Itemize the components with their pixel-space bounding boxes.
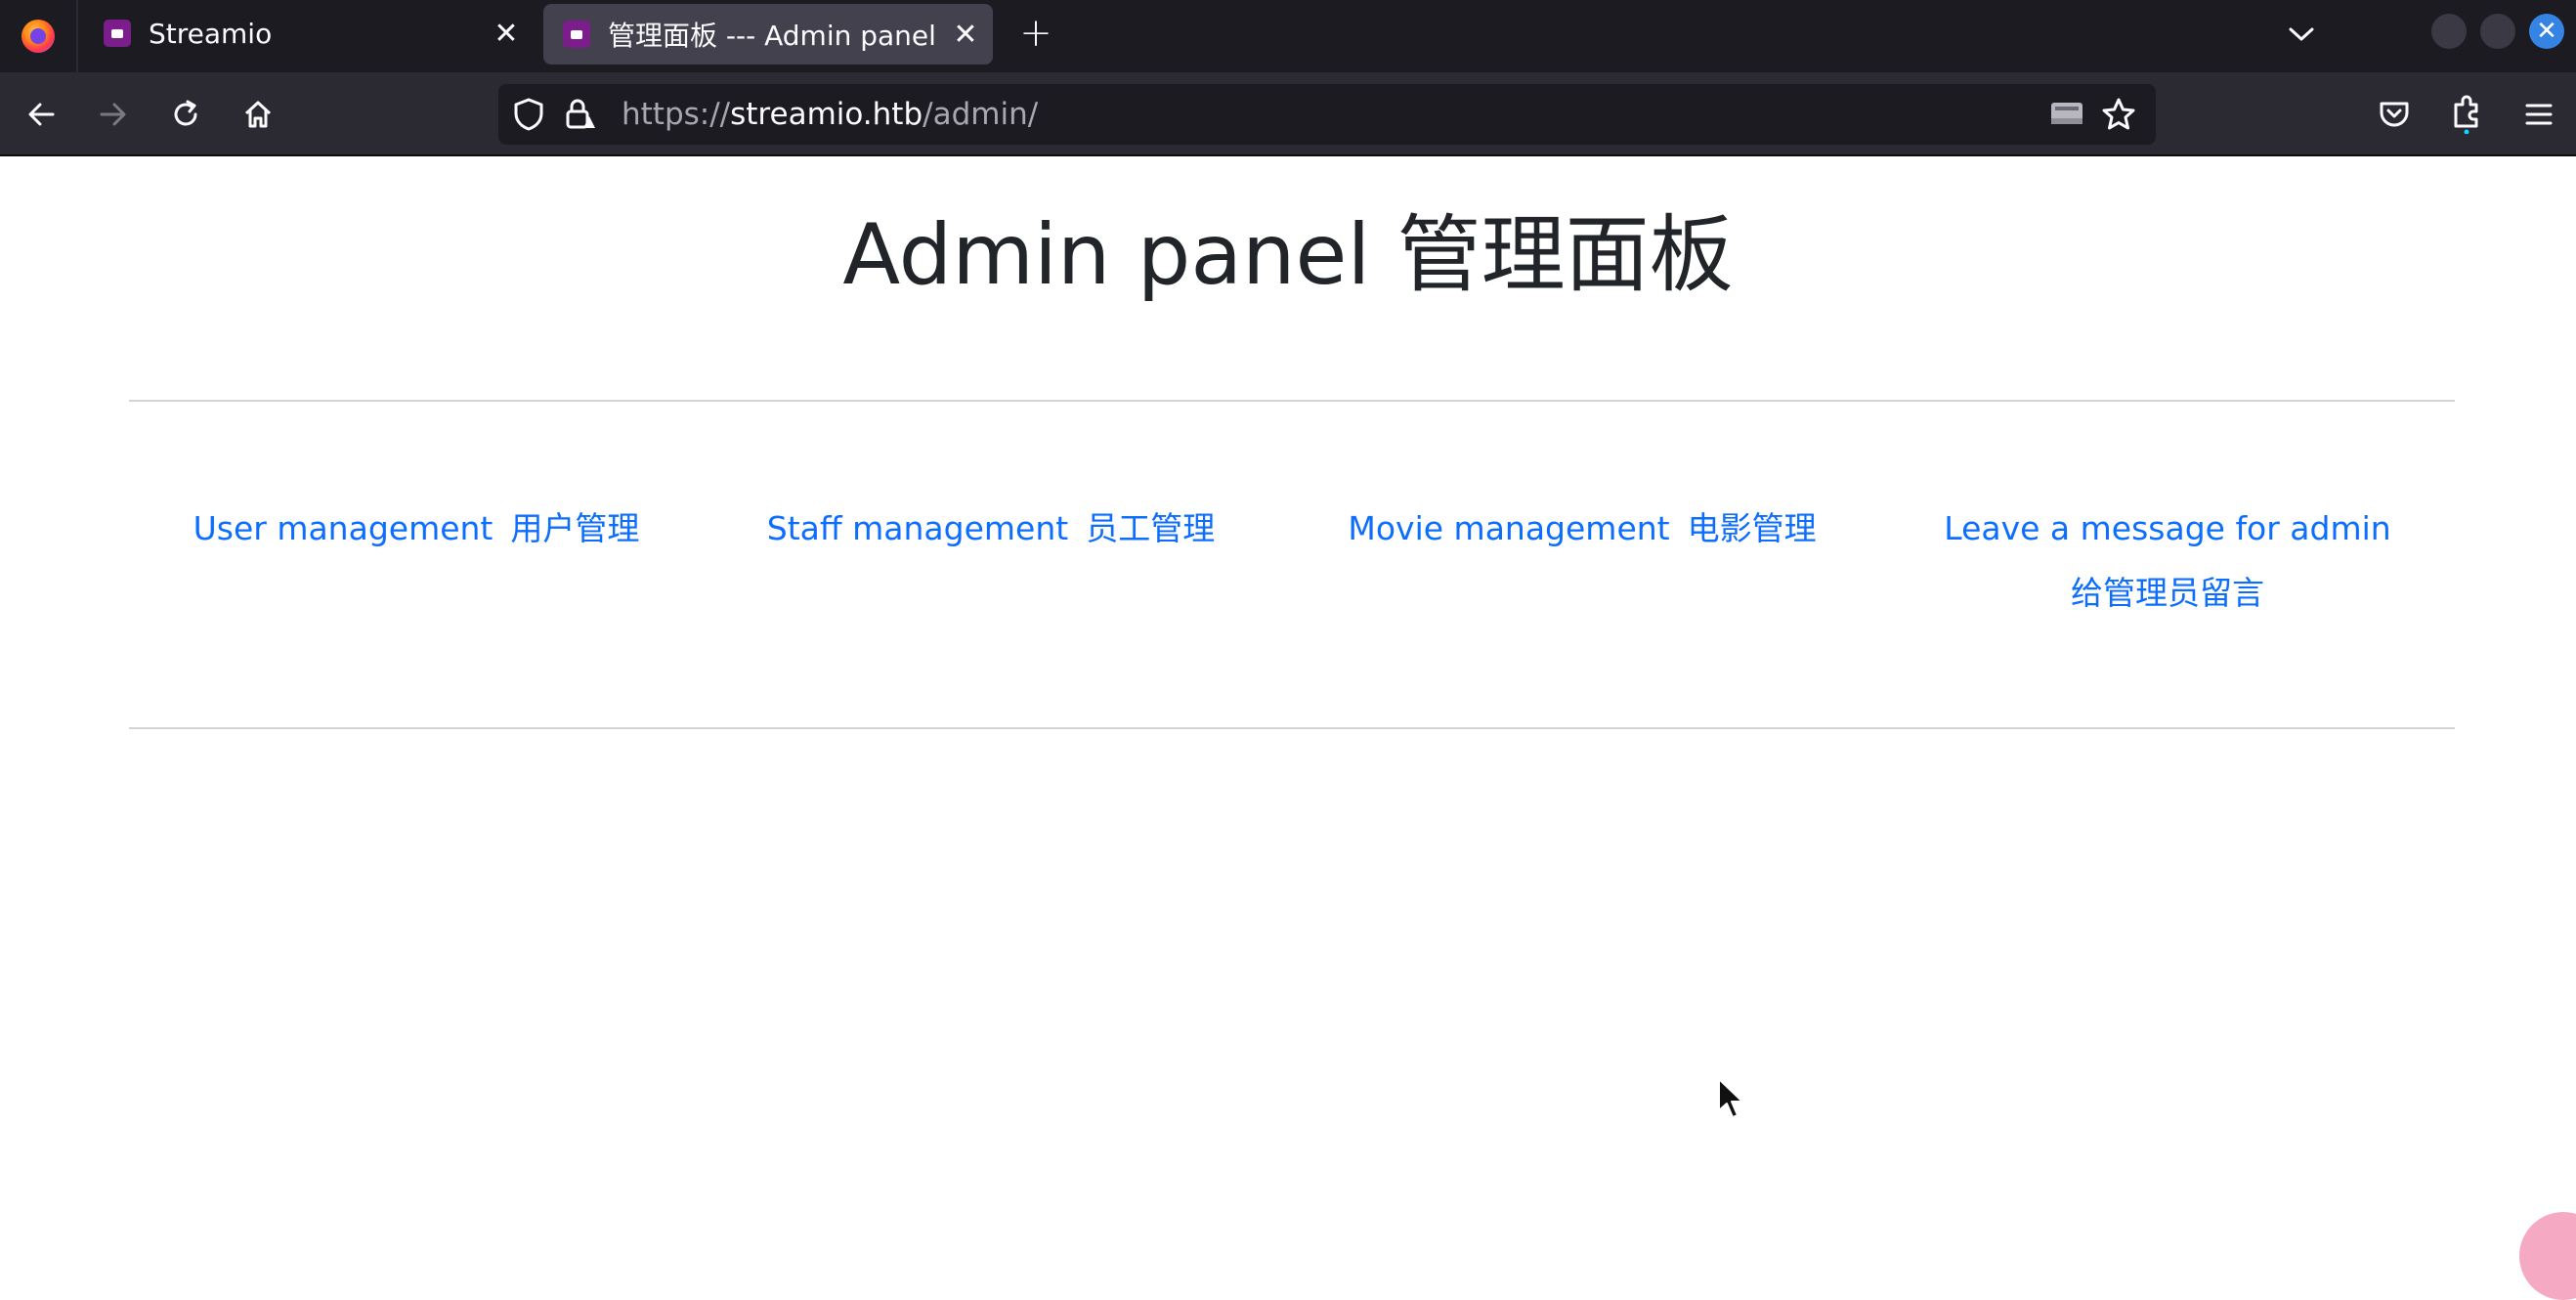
tab-favicon-icon — [563, 21, 590, 48]
reload-icon[interactable] — [160, 89, 211, 140]
link-label-en: Leave a message for admin — [1944, 509, 2391, 547]
tab-streamio[interactable]: Streamio ✕ — [84, 0, 534, 66]
close-window-icon[interactable]: ✕ — [2529, 14, 2564, 49]
link-label-en: User management — [193, 509, 494, 547]
maximize-window-icon[interactable] — [2480, 14, 2515, 49]
close-icon[interactable]: ✕ — [946, 15, 985, 54]
link-label-en: Movie management — [1348, 509, 1670, 547]
movie-management-link[interactable]: Movie management 电影管理 — [1343, 497, 1822, 561]
extensions-icon[interactable] — [2441, 89, 2492, 140]
minimize-window-icon[interactable] — [2431, 14, 2467, 49]
pocket-icon[interactable] — [2369, 89, 2420, 140]
link-label-en: Staff management — [766, 509, 1069, 547]
url-scheme: https:// — [622, 97, 731, 132]
navigation-toolbar: https://streamio.htb/admin/ — [0, 72, 2576, 156]
url-bar[interactable]: https://streamio.htb/admin/ — [498, 84, 2156, 145]
divider-top — [129, 400, 2455, 402]
leave-message-link[interactable]: Leave a message for admin 给管理员留言 — [1939, 497, 2396, 626]
tracking-protection-shield-icon[interactable] — [512, 97, 545, 136]
hamburger-menu-icon[interactable] — [2513, 89, 2564, 140]
tab-title: 管理面板 --- Admin panel — [608, 20, 936, 52]
chevron-down-icon[interactable] — [2277, 10, 2326, 59]
tab-title: Streamio — [149, 17, 273, 50]
staff-management-link[interactable]: Staff management 员工管理 — [766, 497, 1216, 561]
tab-admin-panel[interactable]: 管理面板 --- Admin panel ✕ — [543, 4, 993, 65]
new-tab-plus-icon[interactable]: + — [1012, 10, 1059, 57]
firefox-view-button[interactable] — [0, 0, 78, 72]
link-label-zh: 用户管理 — [510, 509, 640, 547]
close-icon[interactable]: ✕ — [487, 14, 526, 53]
tab-strip: Streamio ✕ 管理面板 --- Admin panel ✕ + ✕ — [0, 0, 2576, 72]
mouse-cursor-icon — [1716, 1077, 1745, 1124]
tab-favicon-icon — [104, 20, 131, 47]
url-path: /admin/ — [923, 97, 1039, 132]
firefox-logo-icon — [21, 20, 55, 53]
url-host: streamio.htb — [730, 97, 923, 132]
bookmark-star-icon[interactable] — [2101, 97, 2136, 136]
reader-view-icon[interactable] — [2048, 97, 2085, 136]
insecure-lock-icon[interactable] — [563, 97, 598, 136]
divider-bottom — [129, 727, 2455, 729]
link-label-zh: 员工管理 — [1086, 509, 1216, 547]
url-text[interactable]: https://streamio.htb/admin/ — [622, 84, 1038, 145]
page-title: Admin panel 管理面板 — [842, 206, 1734, 304]
forward-arrow-icon[interactable] — [88, 89, 139, 140]
user-management-link[interactable]: User management 用户管理 — [192, 497, 641, 561]
link-label-zh: 给管理员留言 — [2071, 574, 2264, 612]
home-icon[interactable] — [233, 89, 283, 140]
link-label-zh: 电影管理 — [1687, 509, 1817, 547]
page-content: Admin panel 管理面板 User management 用户管理 Sta… — [0, 156, 2576, 1243]
back-arrow-icon[interactable] — [16, 89, 66, 140]
